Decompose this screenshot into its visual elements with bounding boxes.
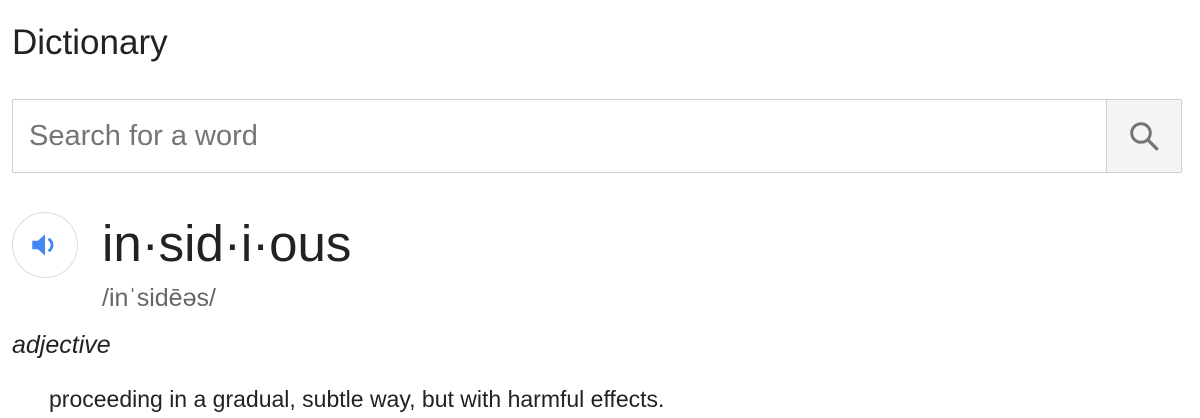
headword: in·sid·i·ous [102,215,352,272]
search-icon [1126,118,1162,154]
pronunciation-audio-button[interactable] [12,212,78,278]
page-title: Dictionary [12,23,168,62]
search-input[interactable] [13,100,1106,172]
phonetic-transcription: /inˈsidēəs/ [102,284,216,312]
speaker-icon [28,228,62,262]
definition-text: proceeding in a gradual, subtle way, but… [49,386,665,412]
search-bar [12,99,1182,173]
part-of-speech: adjective [12,331,111,359]
dictionary-widget: Dictionary in·sid·i·ous /inˈsidēəs/ adje… [0,0,1200,418]
search-button[interactable] [1106,100,1181,172]
